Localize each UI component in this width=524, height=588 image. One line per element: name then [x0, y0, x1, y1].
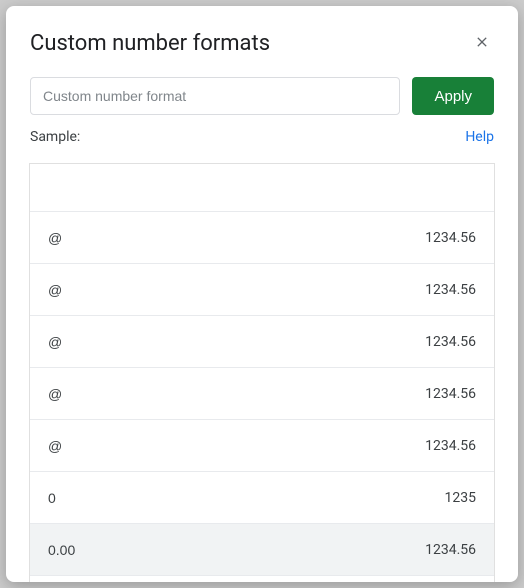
- format-row[interactable]: @1234.56: [30, 212, 494, 264]
- dialog-title: Custom number formats: [30, 31, 270, 56]
- format-input[interactable]: [30, 77, 400, 115]
- format-example: 1235: [445, 490, 476, 506]
- custom-number-formats-dialog: Custom number formats Apply Sample: Help…: [6, 6, 518, 582]
- input-row: Apply: [30, 77, 494, 115]
- sample-label: Sample:: [30, 129, 80, 145]
- format-example: 1234.56: [425, 282, 476, 298]
- format-pattern: 0: [48, 490, 56, 506]
- close-icon: [474, 34, 490, 53]
- format-example: 1234.56: [425, 386, 476, 402]
- format-row[interactable]: 0 1235: [30, 472, 494, 524]
- format-pattern: @: [48, 438, 62, 454]
- help-link[interactable]: Help: [465, 129, 494, 145]
- format-example: 1234.56: [425, 230, 476, 246]
- format-pattern: 0.00: [48, 542, 75, 558]
- format-example: 1234.56: [425, 438, 476, 454]
- format-row[interactable]: @1234.56: [30, 420, 494, 472]
- format-row[interactable]: @1234.56: [30, 264, 494, 316]
- format-row[interactable]: @1234.56: [30, 368, 494, 420]
- apply-button[interactable]: Apply: [412, 77, 494, 115]
- dialog-header: Custom number formats: [30, 30, 494, 57]
- format-example: 1234.56: [425, 334, 476, 350]
- meta-row: Sample: Help: [30, 129, 494, 145]
- format-pattern: @: [48, 282, 62, 298]
- format-pattern: @: [48, 334, 62, 350]
- close-button[interactable]: [470, 30, 494, 57]
- format-pattern: @: [48, 386, 62, 402]
- format-list[interactable]: @1234.56@1234.56@1234.56@1234.56@1234.56…: [29, 163, 495, 582]
- format-row[interactable]: 0.00 1234.56: [30, 524, 494, 576]
- format-row[interactable]: [30, 164, 494, 212]
- format-row[interactable]: @1234.56: [30, 316, 494, 368]
- format-example: 1234.56: [425, 542, 476, 558]
- format-pattern: @: [48, 230, 62, 246]
